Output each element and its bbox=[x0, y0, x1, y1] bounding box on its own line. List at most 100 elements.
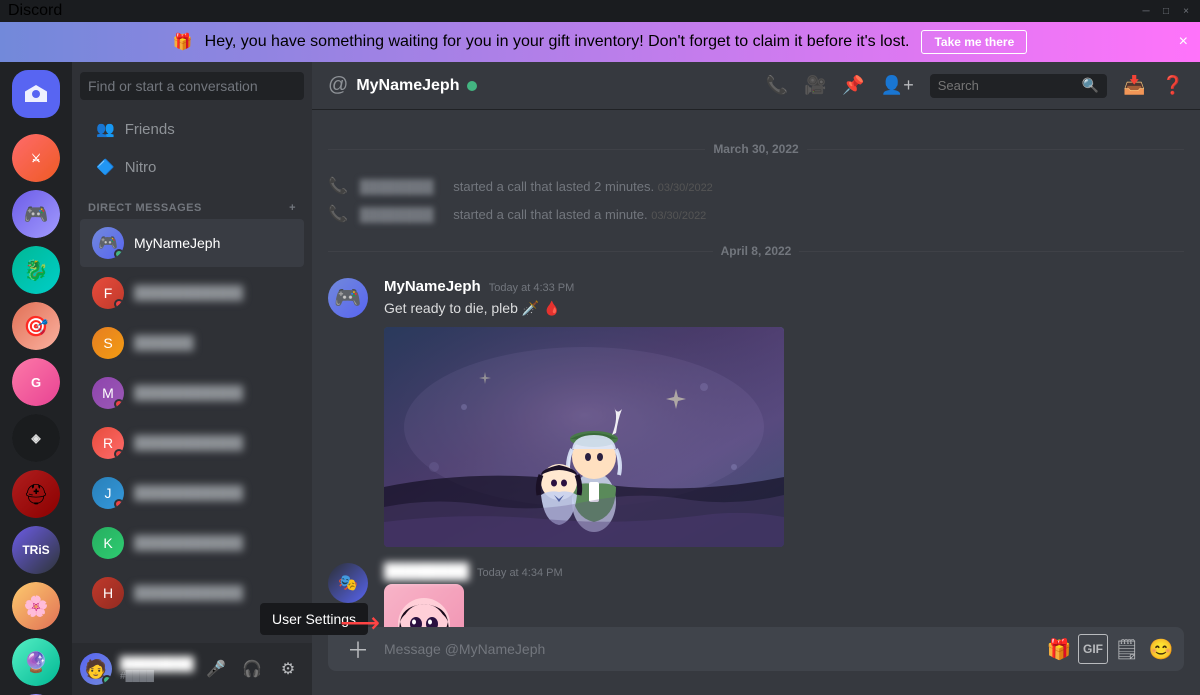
titlebar-title: Discord bbox=[8, 2, 62, 20]
msg-text-1: Get ready to die, pleb 🗡️ 🩸 bbox=[384, 299, 1184, 319]
msg-image-inner bbox=[384, 327, 784, 547]
restore-button[interactable]: □ bbox=[1160, 5, 1172, 17]
close-button[interactable]: × bbox=[1180, 5, 1192, 17]
server-icon-4[interactable]: 🎯 bbox=[12, 302, 60, 350]
server-list: ⚔ 🎮 🐉 🎯 G ◈ ⛑ TRiS 🌸 🔮 🌙 bbox=[0, 62, 72, 695]
nav-friends[interactable]: 👥 Friends bbox=[80, 112, 304, 146]
msg-timestamp-2: Today at 4:34 PM bbox=[477, 567, 563, 579]
server-icon-3[interactable]: 🐉 bbox=[12, 246, 60, 294]
help-icon[interactable]: ❓ bbox=[1162, 75, 1184, 96]
dm-item-4[interactable]: M ███████████ bbox=[80, 369, 304, 417]
at-symbol: @ bbox=[328, 74, 348, 97]
banner-take-me-there-button[interactable]: Take me there bbox=[921, 30, 1027, 54]
dm-avatar-8: H bbox=[92, 577, 124, 609]
chat-search-input[interactable] bbox=[938, 78, 1078, 93]
msg-image-1 bbox=[384, 327, 784, 547]
server-icon-5[interactable]: G bbox=[12, 358, 60, 406]
banner-icon: 🎁 bbox=[173, 32, 193, 52]
sticker-icon[interactable]: 🗒 bbox=[1112, 634, 1142, 664]
system-msg-text-2: started a call that lasted a minute. 03/… bbox=[450, 207, 707, 222]
server-icon-8[interactable]: TRiS bbox=[12, 526, 60, 574]
dm-item-7[interactable]: K ███████████ bbox=[80, 519, 304, 567]
add-dm-button[interactable]: + bbox=[289, 202, 296, 214]
pin-icon[interactable]: 📌 bbox=[842, 75, 864, 96]
online-status-dot bbox=[114, 249, 124, 259]
dm-avatar-5: R bbox=[92, 427, 124, 459]
dm-sidebar: 👥 Friends 🔷 Nitro DIRECT MESSAGES + 🎮 My… bbox=[72, 62, 312, 695]
headphones-button[interactable]: 🎧 bbox=[236, 653, 268, 685]
msg-header-2: ████████ Today at 4:34 PM bbox=[384, 563, 1184, 580]
dm-name-6: ███████████ bbox=[134, 485, 243, 501]
call-icon-2: 📞 bbox=[328, 204, 348, 224]
dm-item-2[interactable]: F ███████████ bbox=[80, 269, 304, 317]
server-icon-9[interactable]: 🌸 bbox=[12, 582, 60, 630]
dm-avatar-6: J bbox=[92, 477, 124, 509]
system-message-1: 📞 ████████ started a call that lasted 2 … bbox=[312, 172, 1200, 200]
dm-item-mynameJeph[interactable]: 🎮 MyNameJeph bbox=[80, 219, 304, 267]
chat-search-box: 🔍 bbox=[930, 74, 1107, 98]
chat-input-area: ＋ 🎁 GIF 🗒 😊 bbox=[312, 627, 1200, 695]
home-server-icon[interactable] bbox=[12, 70, 60, 118]
direct-messages-label: DIRECT MESSAGES bbox=[88, 202, 202, 214]
date-label-april: April 8, 2022 bbox=[721, 244, 792, 258]
titlebar: Discord ─ □ × bbox=[0, 0, 1200, 22]
dm-name-2: ███████████ bbox=[134, 285, 243, 301]
date-divider-march: March 30, 2022 bbox=[328, 142, 1184, 156]
dm-item-5[interactable]: R ███████████ bbox=[80, 419, 304, 467]
server-icon-1[interactable]: ⚔ bbox=[12, 134, 60, 182]
system-msg-blur-2: ████████ bbox=[360, 207, 434, 222]
dm-avatar-mynameJeph: 🎮 bbox=[92, 227, 124, 259]
server-icon-2[interactable]: 🎮 bbox=[12, 190, 60, 238]
dm-item-3[interactable]: S ██████ bbox=[80, 319, 304, 367]
server-icon-10[interactable]: 🔮 bbox=[12, 638, 60, 686]
add-member-icon[interactable]: 👤+ bbox=[881, 75, 914, 96]
dm-search-input[interactable] bbox=[80, 72, 304, 100]
call-icon-1: 📞 bbox=[328, 176, 348, 196]
video-call-icon[interactable]: 🎥 bbox=[804, 75, 826, 96]
main-layout: ⚔ 🎮 🐉 🎯 G ◈ ⛑ TRiS 🌸 🔮 🌙 bbox=[0, 62, 1200, 695]
search-icon: 🔍 bbox=[1082, 77, 1099, 94]
dm-search-area bbox=[72, 62, 312, 110]
msg-avatar-2: 🎭 bbox=[328, 563, 368, 603]
username: ████████ bbox=[120, 656, 196, 671]
dm-name-mynameJeph: MyNameJeph bbox=[134, 235, 220, 251]
gif-icon[interactable]: GIF bbox=[1078, 634, 1108, 664]
user-area: 🧑 ████████ #████ 🎤 🎧 ⚙ bbox=[72, 643, 312, 695]
user-avatar: 🧑 bbox=[80, 653, 112, 685]
date-divider-april: April 8, 2022 bbox=[328, 244, 1184, 258]
dm-avatar-7: K bbox=[92, 527, 124, 559]
dm-avatar-4: M bbox=[92, 377, 124, 409]
divider-line-right-2 bbox=[799, 251, 1184, 252]
titlebar-controls: ─ □ × bbox=[1140, 5, 1192, 17]
friends-label: Friends bbox=[125, 121, 175, 138]
chat-header: @ MyNameJeph 📞 🎥 📌 👤+ 🔍 📥 ❓ bbox=[312, 62, 1200, 110]
message-input[interactable] bbox=[384, 630, 1040, 668]
server-icon-6[interactable]: ◈ bbox=[12, 414, 60, 462]
gift-icon[interactable]: 🎁 bbox=[1044, 634, 1074, 664]
divider-line-right bbox=[807, 149, 1184, 150]
dm-item-6[interactable]: J ███████████ bbox=[80, 469, 304, 517]
banner-text: Hey, you have something waiting for you … bbox=[205, 33, 910, 51]
chat-input-box: ＋ 🎁 GIF 🗒 😊 bbox=[328, 627, 1184, 671]
nav-nitro[interactable]: 🔷 Nitro bbox=[80, 150, 304, 184]
message-group-1: 🎮 MyNameJeph Today at 4:33 PM Get ready … bbox=[312, 274, 1200, 551]
dm-avatar-3: S bbox=[92, 327, 124, 359]
dm-name-3: ██████ bbox=[134, 335, 194, 351]
emoji-icon[interactable]: 😊 bbox=[1146, 634, 1176, 664]
phone-call-icon[interactable]: 📞 bbox=[766, 75, 788, 96]
friends-icon: 👥 bbox=[96, 120, 115, 138]
chat-actions: 📞 🎥 📌 👤+ 🔍 📥 ❓ bbox=[766, 74, 1184, 98]
server-icon-7[interactable]: ⛑ bbox=[12, 470, 60, 518]
minimize-button[interactable]: ─ bbox=[1140, 5, 1152, 17]
dm-avatar-2: F bbox=[92, 277, 124, 309]
mic-button[interactable]: 🎤 bbox=[200, 653, 232, 685]
settings-button[interactable]: ⚙ bbox=[272, 653, 304, 685]
message-group-2: 🎭 ████████ Today at 4:34 PM bbox=[312, 559, 1200, 627]
dm-section-header: DIRECT MESSAGES + bbox=[72, 186, 312, 218]
settings-arrow-icon: ⟶ bbox=[340, 606, 380, 639]
nitro-label: Nitro bbox=[125, 159, 157, 176]
inbox-icon[interactable]: 📥 bbox=[1123, 75, 1145, 96]
user-status: #████ bbox=[120, 671, 196, 682]
banner-close-button[interactable]: × bbox=[1179, 33, 1188, 51]
user-info: ████████ #████ bbox=[120, 656, 196, 682]
